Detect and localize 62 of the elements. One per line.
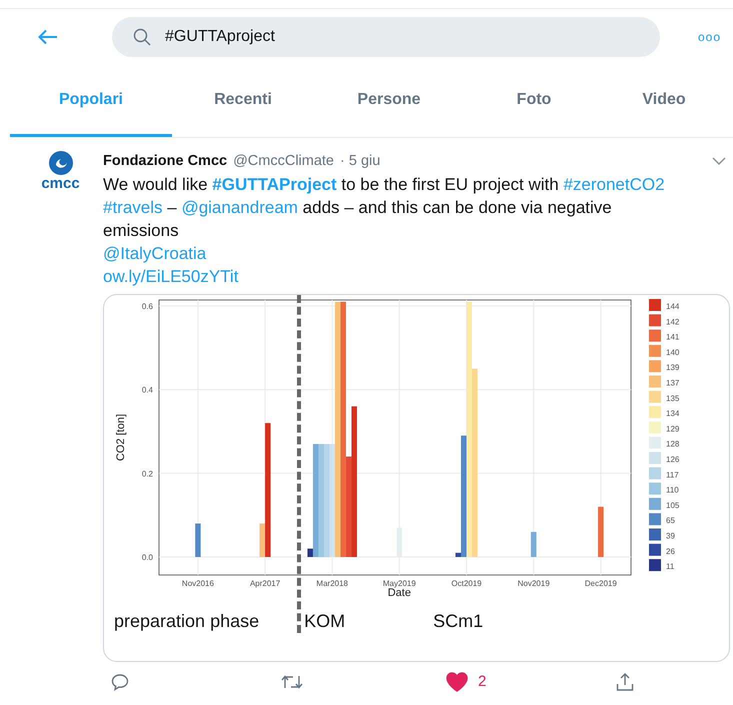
tweet-link[interactable]: ow.ly/EiLE50zYTit (103, 267, 238, 286)
legend-label: 11 (666, 562, 674, 572)
bar (598, 506, 604, 557)
bar (396, 528, 402, 557)
more-button[interactable]: ooo (698, 30, 722, 44)
legend-label: 134 (666, 409, 680, 418)
y-axis-title: CO2 [ton] (115, 414, 127, 462)
heart-icon[interactable] (446, 672, 468, 692)
legend-label: 110 (666, 486, 679, 495)
legend-label: 135 (666, 394, 680, 403)
legend-label: 39 (666, 532, 675, 540)
like-count: 2 (478, 672, 486, 692)
tab[interactable]: Popolari (10, 65, 172, 137)
retweet-icon[interactable] (281, 674, 303, 690)
author-handle: @CmccClimate (233, 152, 334, 171)
y-tick-label: 0.2 (142, 469, 153, 478)
x-tick-label: May2019 (382, 579, 416, 588)
legend-label: 65 (666, 516, 675, 526)
logo-text: cmcc (41, 176, 80, 192)
author-name[interactable]: Fondazione Cmcc (103, 150, 228, 173)
y-tick-label: 0.4 (142, 386, 153, 395)
y-tick-label: 0.6 (142, 302, 153, 311)
x-tick-label: Apr2017 (250, 579, 280, 588)
share-icon[interactable] (616, 672, 634, 692)
legend-label: 140 (666, 348, 680, 357)
phase-label: SCm1 (433, 610, 484, 633)
y-tick-label: 0.0 (142, 553, 153, 562)
x-tick-label: Oct2019 (451, 579, 482, 588)
chevron-icon[interactable] (712, 157, 726, 166)
tab[interactable]: Foto (464, 65, 604, 137)
legend-label: 142 (666, 317, 680, 326)
phase-label: preparation phase (114, 610, 260, 633)
search-field[interactable]: #GUTTAproject (112, 17, 660, 57)
bar (530, 532, 536, 557)
logo-icon (48, 150, 74, 176)
legend-label: 139 (666, 363, 680, 372)
phase-label: KOM (304, 610, 346, 633)
tab[interactable]: Recenti (172, 65, 314, 137)
legend-label: 129 (666, 424, 680, 434)
x-tick-label: Nov2016 (182, 579, 214, 588)
search-icon (133, 28, 151, 46)
back-icon[interactable] (38, 29, 58, 45)
x-tick-label: Nov2019 (518, 579, 550, 588)
legend-label: 26 (666, 546, 675, 556)
reply-icon[interactable] (111, 672, 129, 690)
tab[interactable]: Persone (314, 65, 464, 137)
x-tick-label: Mar2018 (316, 579, 348, 588)
tweet-link[interactable]: @ItalyCroatia (103, 244, 206, 263)
legend-label: 137 (666, 378, 680, 388)
x-axis-title: Date (388, 587, 411, 599)
bar (195, 524, 201, 557)
legend-label: 128 (666, 440, 680, 449)
media-card[interactable]: 0.0 0.2 0.4 0.6 Nov2016 Apr2017 Mar2018 May2019 Oct2019 Nov2019 Dec2019 Date CO2 [ton] 144 142 141 140 139 137 135 134 129 128 126 117 110 105 65 39 26 11 preparation phase KOM SCm1 (103, 294, 730, 662)
x-tick-label: Dec2019 (584, 579, 617, 588)
tweet-text: We would like #GUTTAProject to be the first EU project with #zeronetCO2 #travels – @gianandream adds – and this can be done via negative emissions (103, 174, 666, 242)
legend-label: 105 (666, 500, 680, 510)
legend-label: 126 (666, 455, 680, 464)
tweet-time: · 5 giu (340, 152, 380, 171)
legend-label: 144 (666, 302, 680, 311)
legend-label: 141 (666, 332, 680, 342)
legend-label: 117 (666, 470, 679, 480)
tab[interactable]: Video (604, 65, 724, 137)
